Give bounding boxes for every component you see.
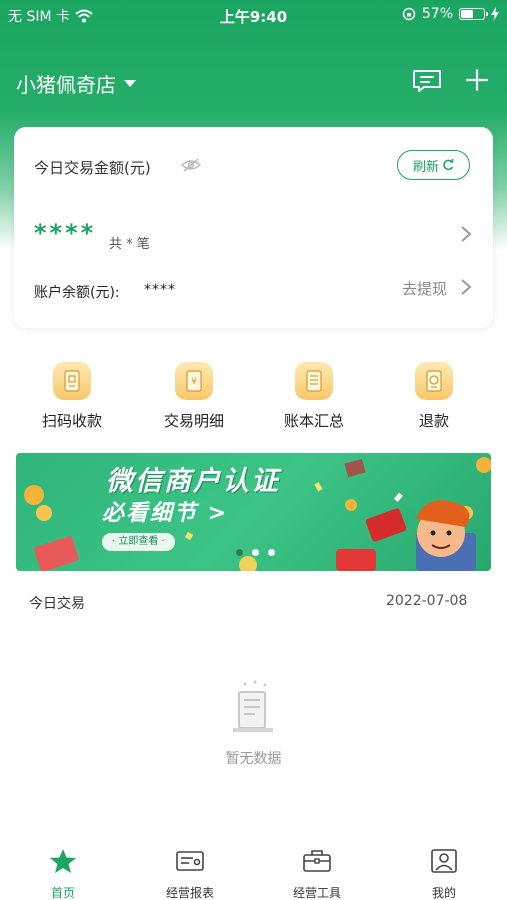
today-date: 2022-07-08: [386, 593, 468, 609]
toolbox-icon: [303, 850, 331, 872]
plus-icon[interactable]: [464, 67, 490, 93]
transaction-summary-card: 今日交易金额(元) 刷新 **** 共 * 笔 账户余额(元): **** 去提…: [14, 127, 493, 328]
tab-tools[interactable]: 经营工具: [254, 848, 380, 900]
home-star-icon: [50, 849, 76, 873]
battery-icon: [459, 8, 488, 20]
empty-document-icon: [233, 680, 273, 732]
refresh-icon: [443, 159, 454, 171]
empty-state-text: 暂无数据: [225, 751, 282, 767]
svg-text:¥: ¥: [191, 377, 197, 387]
transaction-count: 共 * 笔: [109, 237, 150, 252]
carousel-dot-active[interactable]: [236, 549, 243, 556]
carousel-dot[interactable]: [268, 549, 275, 556]
banner-cta-button[interactable]: · 立即查看 ·: [102, 533, 175, 551]
charging-icon: [491, 7, 499, 21]
tab-label: 经营报表: [165, 886, 214, 900]
tab-label: 我的: [431, 886, 456, 900]
shop-name: 小猪佩奇店: [16, 73, 116, 97]
profile-icon: [431, 849, 457, 873]
chevron-right-icon[interactable]: [460, 225, 472, 243]
eye-hidden-icon[interactable]: [181, 157, 201, 173]
quick-action-label: 扫码收款: [41, 412, 102, 430]
bottom-tab-bar: 首页 经营报表 经营工具 我的: [0, 840, 507, 900]
quick-action-ledger-summary[interactable]: 账本汇总: [264, 362, 364, 431]
quick-action-label: 账本汇总: [283, 412, 344, 430]
today-transactions-label: 今日交易: [29, 596, 85, 612]
tab-report[interactable]: 经营报表: [127, 848, 253, 900]
balance-value: ****: [144, 282, 176, 298]
quick-action-scan-receive[interactable]: 扫码收款: [22, 362, 122, 431]
tab-home[interactable]: 首页: [0, 848, 126, 900]
withdraw-chevron-icon[interactable]: [460, 278, 472, 296]
banner-subtitle: 必看细节 >: [102, 501, 229, 526]
message-icon[interactable]: [412, 69, 442, 93]
refresh-button[interactable]: 刷新: [397, 150, 470, 180]
promo-banner[interactable]: 微信商户认证 必看细节 > · 立即查看 ·: [16, 453, 491, 571]
tab-label: 首页: [50, 886, 75, 900]
battery-fill: [461, 10, 473, 18]
tab-profile[interactable]: 我的: [381, 848, 507, 900]
refund-icon: [415, 362, 453, 400]
shop-selector[interactable]: 小猪佩奇店: [16, 69, 136, 98]
today-amount: ****: [34, 219, 97, 247]
refresh-label: 刷新: [412, 159, 439, 175]
withdraw-link[interactable]: 去提现: [402, 278, 447, 299]
tab-label: 经营工具: [292, 886, 341, 900]
quick-action-label: 交易明细: [163, 412, 224, 430]
top-nav: 小猪佩奇店: [0, 55, 507, 105]
caret-down-icon: [124, 80, 136, 87]
balance-label: 账户余额(元):: [34, 285, 120, 301]
ledger-summary-icon: [295, 362, 333, 400]
status-bar: 无 SIM 卡 上午9:40 57%: [0, 0, 507, 30]
carousel-dot[interactable]: [252, 549, 259, 556]
orientation-lock-icon: [402, 7, 416, 21]
banner-title: 微信商户认证: [106, 466, 280, 497]
status-right: 57%: [402, 6, 499, 22]
transaction-detail-icon: ¥: [175, 362, 213, 400]
report-icon: [176, 851, 204, 871]
quick-action-refund[interactable]: 退款: [384, 362, 484, 431]
battery-percent: 57%: [421, 6, 453, 22]
card-title: 今日交易金额(元): [34, 159, 151, 177]
quick-action-label: 退款: [418, 412, 449, 430]
quick-action-transaction-detail[interactable]: ¥ 交易明细: [144, 362, 244, 431]
scan-receive-icon: [53, 362, 91, 400]
